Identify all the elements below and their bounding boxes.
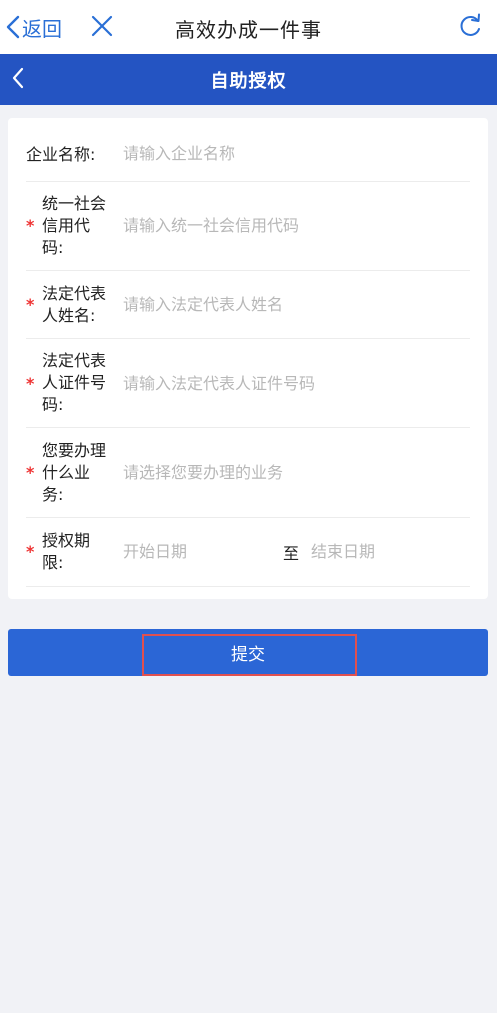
nav-bar: 自助授权 [0,54,497,105]
required-mark: * [26,542,35,561]
business-select[interactable]: 请选择您要办理的业务 [123,461,470,485]
top-bar: 返回 高效办成一件事 [0,0,497,54]
legal-rep-id-label: 法定代表 人证件号 码: [42,351,107,414]
form-row-auth-period: * 授权期 限: 开始日期 至 结束日期 [26,518,470,587]
form-row-business: * 您要办理 什么业 务: 请选择您要办理的业务 [26,428,470,518]
required-mark: * [26,374,35,393]
auth-period-label: 授权期 限: [42,531,91,572]
legal-rep-id-input[interactable] [123,372,470,396]
company-name-label: 企业名称: [26,145,96,164]
submit-button[interactable]: 提交 [8,629,488,676]
end-date-picker[interactable]: 结束日期 [311,540,451,564]
company-name-input[interactable] [123,142,470,166]
refresh-icon [460,13,480,36]
legal-rep-name-input[interactable] [123,293,470,317]
required-mark: * [26,295,35,314]
form-row-credit-code: * 统一社会 信用代 码: [26,182,470,271]
form-row-legal-rep-name: * 法定代表 人姓名: [26,271,470,339]
legal-rep-name-label: 法定代表 人姓名: [42,284,107,325]
refresh-button[interactable] [457,13,483,43]
form-card: 企业名称: * 统一社会 信用代 码: * 法定代表 人姓名: * 法定代表 人… [8,118,488,599]
date-separator: 至 [283,544,300,563]
form-row-legal-rep-id: * 法定代表 人证件号 码: [26,339,470,428]
credit-code-label: 统一社会 信用代 码: [42,194,107,257]
required-mark: * [26,463,35,482]
page-title: 高效办成一件事 [175,18,322,42]
form-row-company-name: 企业名称: [26,118,470,182]
start-date-picker[interactable]: 开始日期 [123,540,263,564]
credit-code-input[interactable] [123,214,470,238]
required-mark: * [26,216,35,235]
nav-title: 自助授权 [210,71,287,92]
business-label: 您要办理 什么业 务: [42,441,107,504]
